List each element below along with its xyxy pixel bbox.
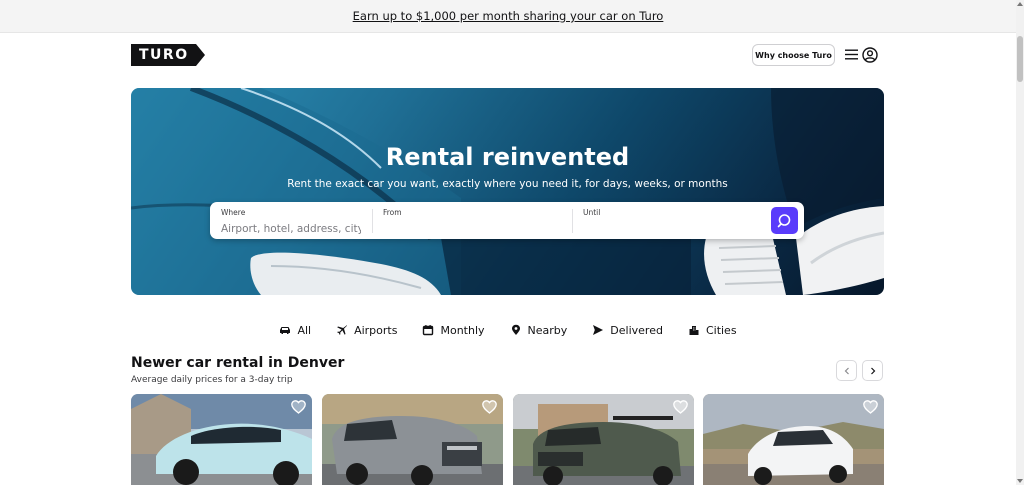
search-icon xyxy=(777,214,791,228)
car-photo xyxy=(322,394,503,485)
calendar-icon xyxy=(423,325,434,336)
until-label: Until xyxy=(583,208,601,217)
logo-arrow-shape xyxy=(195,44,205,66)
city-buildings-icon xyxy=(689,326,699,335)
chevron-right-icon xyxy=(870,367,875,374)
carousel-prev-button[interactable] xyxy=(836,360,857,381)
promo-banner: Earn up to $1,000 per month sharing your… xyxy=(0,0,1016,33)
tab-cities[interactable]: Cities xyxy=(688,322,737,338)
turo-logo[interactable]: TURO xyxy=(131,44,205,66)
hero-subtitle: Rent the exact car you want, exactly whe… xyxy=(287,178,728,190)
scroll-thumb[interactable] xyxy=(1017,36,1023,82)
heart-icon[interactable] xyxy=(291,400,306,414)
car-card[interactable] xyxy=(131,394,312,485)
section-subtitle: Average daily prices for a 3-day trip xyxy=(131,375,293,385)
car-photo xyxy=(131,394,312,485)
where-label: Where xyxy=(221,208,246,217)
tab-monthly[interactable]: Monthly xyxy=(422,322,485,338)
paper-plane-icon xyxy=(593,325,604,335)
tab-all-label: All xyxy=(297,323,312,337)
tab-delivered-label: Delivered xyxy=(610,323,663,337)
from-label: From xyxy=(383,208,402,217)
chevron-left-icon xyxy=(844,367,849,374)
heart-icon[interactable] xyxy=(673,400,688,414)
page-scrollbar[interactable] xyxy=(1016,0,1024,485)
tab-nearby[interactable]: Nearby xyxy=(510,322,568,338)
car-card[interactable] xyxy=(703,394,884,485)
tab-cities-label: Cities xyxy=(705,323,737,337)
category-tabs: All Airports Monthly Nearby Delivered Ci… xyxy=(0,322,1016,338)
section-title: Newer car rental in Denver xyxy=(131,355,345,371)
search-button[interactable] xyxy=(771,207,798,234)
until-field[interactable]: Until xyxy=(572,202,762,239)
car-card[interactable] xyxy=(513,394,694,485)
why-choose-turo-button[interactable]: Why choose Turo xyxy=(752,44,835,66)
search-bar: Where From Until xyxy=(210,202,804,239)
hero-banner: Rental reinvented Rent the exact car you… xyxy=(131,88,884,295)
tab-monthly-label: Monthly xyxy=(440,323,485,337)
location-pin-icon xyxy=(511,324,520,335)
airplane-icon xyxy=(337,325,348,335)
where-field[interactable]: Where xyxy=(210,202,372,239)
carousel-next-button[interactable] xyxy=(862,360,883,381)
tab-delivered[interactable]: Delivered xyxy=(592,322,663,338)
hamburger-menu-icon[interactable] xyxy=(845,48,858,61)
hero-car-image xyxy=(131,88,884,295)
car-icon xyxy=(280,327,291,334)
where-input[interactable] xyxy=(221,223,361,235)
logo-text: TURO xyxy=(131,44,196,66)
tab-airports-label: Airports xyxy=(354,323,398,337)
hero-title: Rental reinvented xyxy=(385,143,630,171)
car-photo xyxy=(703,394,884,485)
heart-icon[interactable] xyxy=(863,400,878,414)
scroll-up-arrow-icon[interactable] xyxy=(1017,2,1023,6)
promo-banner-link[interactable]: Earn up to $1,000 per month sharing your… xyxy=(353,9,664,23)
heart-icon[interactable] xyxy=(482,400,497,414)
account-circle-icon[interactable] xyxy=(862,47,878,63)
scroll-down-arrow-icon[interactable] xyxy=(1017,479,1023,483)
car-card[interactable] xyxy=(322,394,503,485)
from-field[interactable]: From xyxy=(372,202,572,239)
tab-airports[interactable]: Airports xyxy=(336,322,397,338)
tab-nearby-label: Nearby xyxy=(527,323,568,337)
car-photo xyxy=(513,394,694,485)
tab-all[interactable]: All xyxy=(279,322,311,338)
